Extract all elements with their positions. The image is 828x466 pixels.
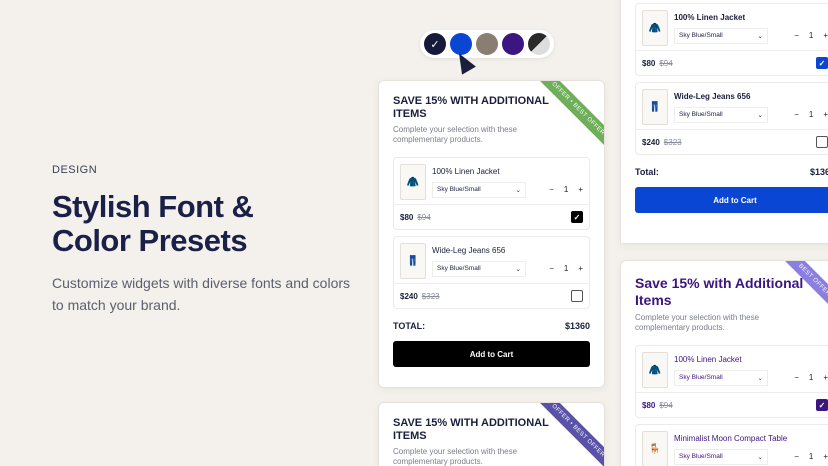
add-to-cart-button[interactable]: Add to Cart	[393, 341, 590, 367]
card-title: SAVE 15% WITH ADDITIONAL ITEMS	[393, 95, 549, 120]
product-name[interactable]: Wide-Leg Jeans 656	[432, 246, 583, 255]
plus-icon: +	[578, 264, 583, 273]
plus-icon: +	[823, 110, 828, 119]
variant-select[interactable]: Sky Blue/Small ⌄	[432, 181, 526, 198]
item-checkbox[interactable]	[571, 290, 583, 302]
minus-icon: −	[794, 452, 799, 461]
total-row: TOTAL: $1360	[379, 315, 604, 337]
old-price: $323	[663, 137, 682, 147]
minus-icon: −	[794, 373, 799, 382]
bundle-card-right-bottom: BEST OFFER • Save 15% with Additional It…	[620, 260, 828, 466]
swatch-navy[interactable]: ✓	[424, 33, 446, 55]
old-price: $94	[417, 212, 431, 222]
add-to-cart-button[interactable]: Add to Cart	[635, 187, 828, 213]
product-name[interactable]: Minimalist Moon Compact Table	[674, 434, 828, 443]
card-subtitle: Complete your selection with these compl…	[635, 313, 760, 332]
variant-select[interactable]: Sky Blue/Small ⌄	[674, 369, 768, 386]
plus-icon: +	[823, 452, 828, 461]
variant-select[interactable]: Sky Blue/Small ⌄	[674, 448, 768, 465]
price: $80	[642, 400, 656, 410]
chevron-down-icon: ⌄	[757, 453, 763, 461]
swatch-purple[interactable]	[502, 33, 524, 55]
color-preset-picker: ✓	[420, 30, 554, 58]
price: $240	[642, 137, 660, 147]
bundle-card-lower: BEST OFFER • BEST OFFER SAVE 15% WITH AD…	[378, 402, 605, 466]
quantity-stepper[interactable]: −1 +	[549, 264, 583, 273]
bundle-card-right-top: 🧥 100% Linen Jacket Sky Blue/Small ⌄ −1 + …	[620, 0, 828, 244]
card-subtitle: Complete your selection with these compl…	[393, 447, 518, 466]
total-label: Total:	[635, 167, 659, 177]
product-name[interactable]: 100% Linen Jacket	[674, 355, 828, 364]
hero-title-line2: Color Presets	[52, 223, 248, 258]
eyebrow-label: DESIGN	[52, 164, 98, 176]
list-item: 👖 Wide-Leg Jeans 656 Sky Blue/Small ⌄ −1 +…	[635, 82, 828, 155]
quantity-stepper[interactable]: −1 +	[794, 452, 828, 461]
card-subtitle: Complete your selection with these compl…	[393, 125, 518, 144]
total-row: Total: $1360	[621, 161, 828, 183]
minus-icon: −	[549, 185, 554, 194]
chevron-down-icon: ⌄	[757, 111, 763, 119]
chevron-down-icon: ⌄	[757, 374, 763, 382]
list-item: 👖 Wide-Leg Jeans 656 Sky Blue/Small ⌄ −1 +…	[393, 236, 590, 309]
price: $80	[400, 212, 414, 222]
hero-description: Customize widgets with diverse fonts and…	[52, 275, 351, 313]
item-checkbox[interactable]: ✓	[571, 211, 583, 223]
jacket-thumbnail: 🧥	[642, 10, 668, 46]
product-name[interactable]: Wide-Leg Jeans 656	[674, 92, 828, 101]
total-value: $1360	[564, 321, 590, 331]
price: $80	[642, 58, 656, 68]
quantity-stepper[interactable]: −1 +	[549, 185, 583, 194]
swatch-black-white[interactable]	[528, 33, 550, 55]
plus-icon: +	[578, 185, 583, 194]
quantity-stepper[interactable]: −1 +	[794, 373, 828, 382]
total-label: TOTAL:	[393, 321, 426, 331]
hero-title-line1: Stylish Font &	[52, 189, 254, 224]
table-thumbnail: 🪑	[642, 431, 668, 466]
chevron-down-icon: ⌄	[515, 186, 521, 194]
quantity-stepper[interactable]: −1 +	[794, 31, 828, 40]
variant-select[interactable]: Sky Blue/Small ⌄	[674, 27, 768, 44]
item-checkbox[interactable]	[816, 136, 828, 148]
card-title: Save 15% with Additional Items	[635, 275, 804, 308]
list-item: 🪑 Minimalist Moon Compact Table Sky Blue…	[635, 424, 828, 466]
list-item: 🧥 100% Linen Jacket Sky Blue/Small ⌄ −1 + …	[635, 345, 828, 418]
jeans-thumbnail: 👖	[400, 243, 426, 279]
item-checkbox[interactable]: ✓	[816, 399, 828, 411]
total-value: $1360	[809, 167, 828, 177]
jacket-thumbnail: 🧥	[642, 352, 668, 388]
old-price: $323	[421, 291, 440, 301]
variant-select[interactable]: Sky Blue/Small ⌄	[432, 260, 526, 277]
minus-icon: −	[549, 264, 554, 273]
chevron-down-icon: ⌄	[757, 32, 763, 40]
card-title: SAVE 15% WITH ADDITIONAL ITEMS	[393, 417, 549, 442]
old-price: $94	[659, 400, 673, 410]
minus-icon: −	[794, 110, 799, 119]
minus-icon: −	[794, 31, 799, 40]
quantity-stepper[interactable]: −1 +	[794, 110, 828, 119]
swatch-taupe[interactable]	[476, 33, 498, 55]
plus-icon: +	[823, 31, 828, 40]
bundle-card-main: BEST OFFER • BEST OFFER SAVE 15% WITH AD…	[378, 80, 605, 388]
item-checkbox[interactable]: ✓	[816, 57, 828, 69]
old-price: $94	[659, 58, 673, 68]
product-name[interactable]: 100% Linen Jacket	[674, 13, 828, 22]
jacket-thumbnail: 🧥	[400, 164, 426, 200]
variant-select[interactable]: Sky Blue/Small ⌄	[674, 106, 768, 123]
hero-section: DESIGN Stylish Font & Color Presets Cust…	[52, 164, 352, 316]
chevron-down-icon: ⌄	[515, 265, 521, 273]
jeans-thumbnail: 👖	[642, 89, 668, 125]
list-item: 🧥 100% Linen Jacket Sky Blue/Small ⌄ −1 + …	[635, 3, 828, 76]
price: $240	[400, 291, 418, 301]
product-name[interactable]: 100% Linen Jacket	[432, 167, 583, 176]
hero-title: Stylish Font & Color Presets	[52, 190, 352, 258]
plus-icon: +	[823, 373, 828, 382]
list-item: 🧥 100% Linen Jacket Sky Blue/Small ⌄ −1 + …	[393, 157, 590, 230]
